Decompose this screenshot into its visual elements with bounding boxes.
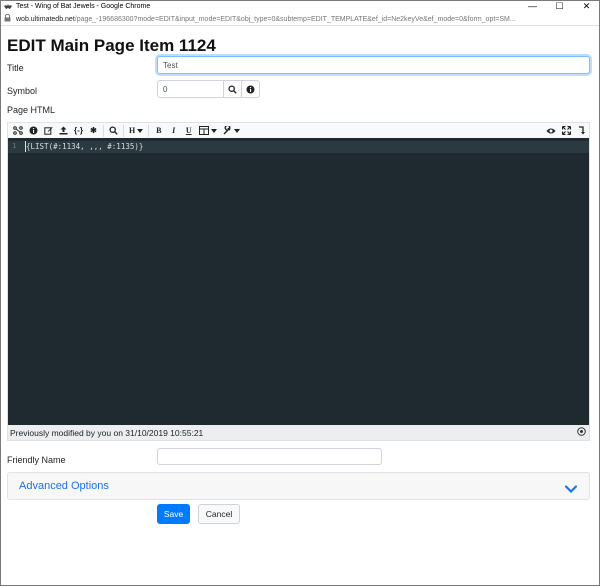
preview-eye-icon[interactable] <box>543 124 559 138</box>
window-title: Test - Wing of Bat Jewels - Google Chrom… <box>16 3 151 10</box>
underline-button[interactable]: U <box>181 124 196 138</box>
wrap-arrow-icon[interactable] <box>574 124 589 138</box>
wrench-icon <box>223 126 231 135</box>
advanced-options-accordion[interactable]: Advanced Options <box>7 472 590 500</box>
url-path: /page_-196686300?mode=EDIT&input_mode=ED… <box>74 15 516 23</box>
chevron-down-icon <box>564 481 578 494</box>
info-icon[interactable] <box>242 80 260 98</box>
friendly-name-label: Friendly Name <box>7 455 66 465</box>
search-icon[interactable] <box>224 80 242 98</box>
fullscreen-icon[interactable] <box>559 124 574 138</box>
save-button[interactable]: Save <box>157 504 190 524</box>
close-button[interactable]: ✕ <box>573 0 600 13</box>
editor-statusbar: Previously modified by you on 31/10/2019… <box>7 425 590 441</box>
tree-icon[interactable] <box>10 124 26 138</box>
italic-button[interactable]: I <box>166 124 181 138</box>
braces-button[interactable]: {-} <box>71 124 86 138</box>
maximize-button[interactable]: ☐ <box>546 0 573 13</box>
cancel-button[interactable]: Cancel <box>198 504 240 524</box>
code-editor[interactable]: 1 {LIST(#:1134, ,,, #:1135)} <box>7 138 590 425</box>
asterisk-button[interactable]: ✱ <box>86 124 101 138</box>
info-circle-icon[interactable] <box>26 124 41 138</box>
title-input[interactable] <box>157 56 590 74</box>
table-icon <box>199 126 210 135</box>
heading-dropdown[interactable]: H <box>126 124 146 138</box>
symbol-input-group <box>157 80 260 98</box>
text-cursor <box>25 141 26 152</box>
friendly-name-input[interactable] <box>157 448 382 465</box>
page-title: EDIT Main Page Item 1124 <box>7 36 216 55</box>
heading-label: H <box>129 126 136 135</box>
caret-down-icon <box>211 128 218 133</box>
toolbar-divider <box>148 124 150 137</box>
code-line[interactable]: {LIST(#:1134, ,,, #:1135)} <box>26 142 143 151</box>
bold-button[interactable]: B <box>151 124 166 138</box>
symbol-input[interactable] <box>157 80 224 98</box>
minimize-button[interactable]: — <box>519 0 546 13</box>
address-bar[interactable]: wob.ultimatedb.net/page_-196686300?mode=… <box>0 13 600 26</box>
tools-dropdown[interactable] <box>220 124 243 138</box>
toolbar-divider <box>123 124 124 137</box>
line-number: 1 <box>12 142 17 150</box>
page-html-label: Page HTML <box>7 105 56 115</box>
lock-icon <box>4 13 12 24</box>
symbol-label: Symbol <box>7 86 38 96</box>
toolbar-divider <box>103 124 104 137</box>
expand-circle-icon[interactable] <box>573 427 589 438</box>
page-content: EDIT Main Page Item 1124 Title Symbol Pa… <box>0 27 600 586</box>
edit-icon[interactable] <box>41 124 56 138</box>
modified-status: Previously modified by you on 31/10/2019… <box>10 427 204 438</box>
advanced-options-label: Advanced Options <box>19 480 109 492</box>
window-titlebar: Test - Wing of Bat Jewels - Google Chrom… <box>0 0 600 13</box>
table-dropdown[interactable] <box>196 124 220 138</box>
caret-down-icon <box>234 128 241 133</box>
title-label: Title <box>7 63 24 73</box>
bat-app-icon <box>4 3 12 11</box>
url-host: wob.ultimatedb.net <box>16 15 75 23</box>
editor-toolbar: {-} ✱ H B I U <box>7 122 590 138</box>
editor-gutter <box>8 138 22 425</box>
search-icon[interactable] <box>106 124 121 138</box>
caret-down-icon <box>137 128 144 133</box>
upload-icon[interactable] <box>56 124 71 138</box>
